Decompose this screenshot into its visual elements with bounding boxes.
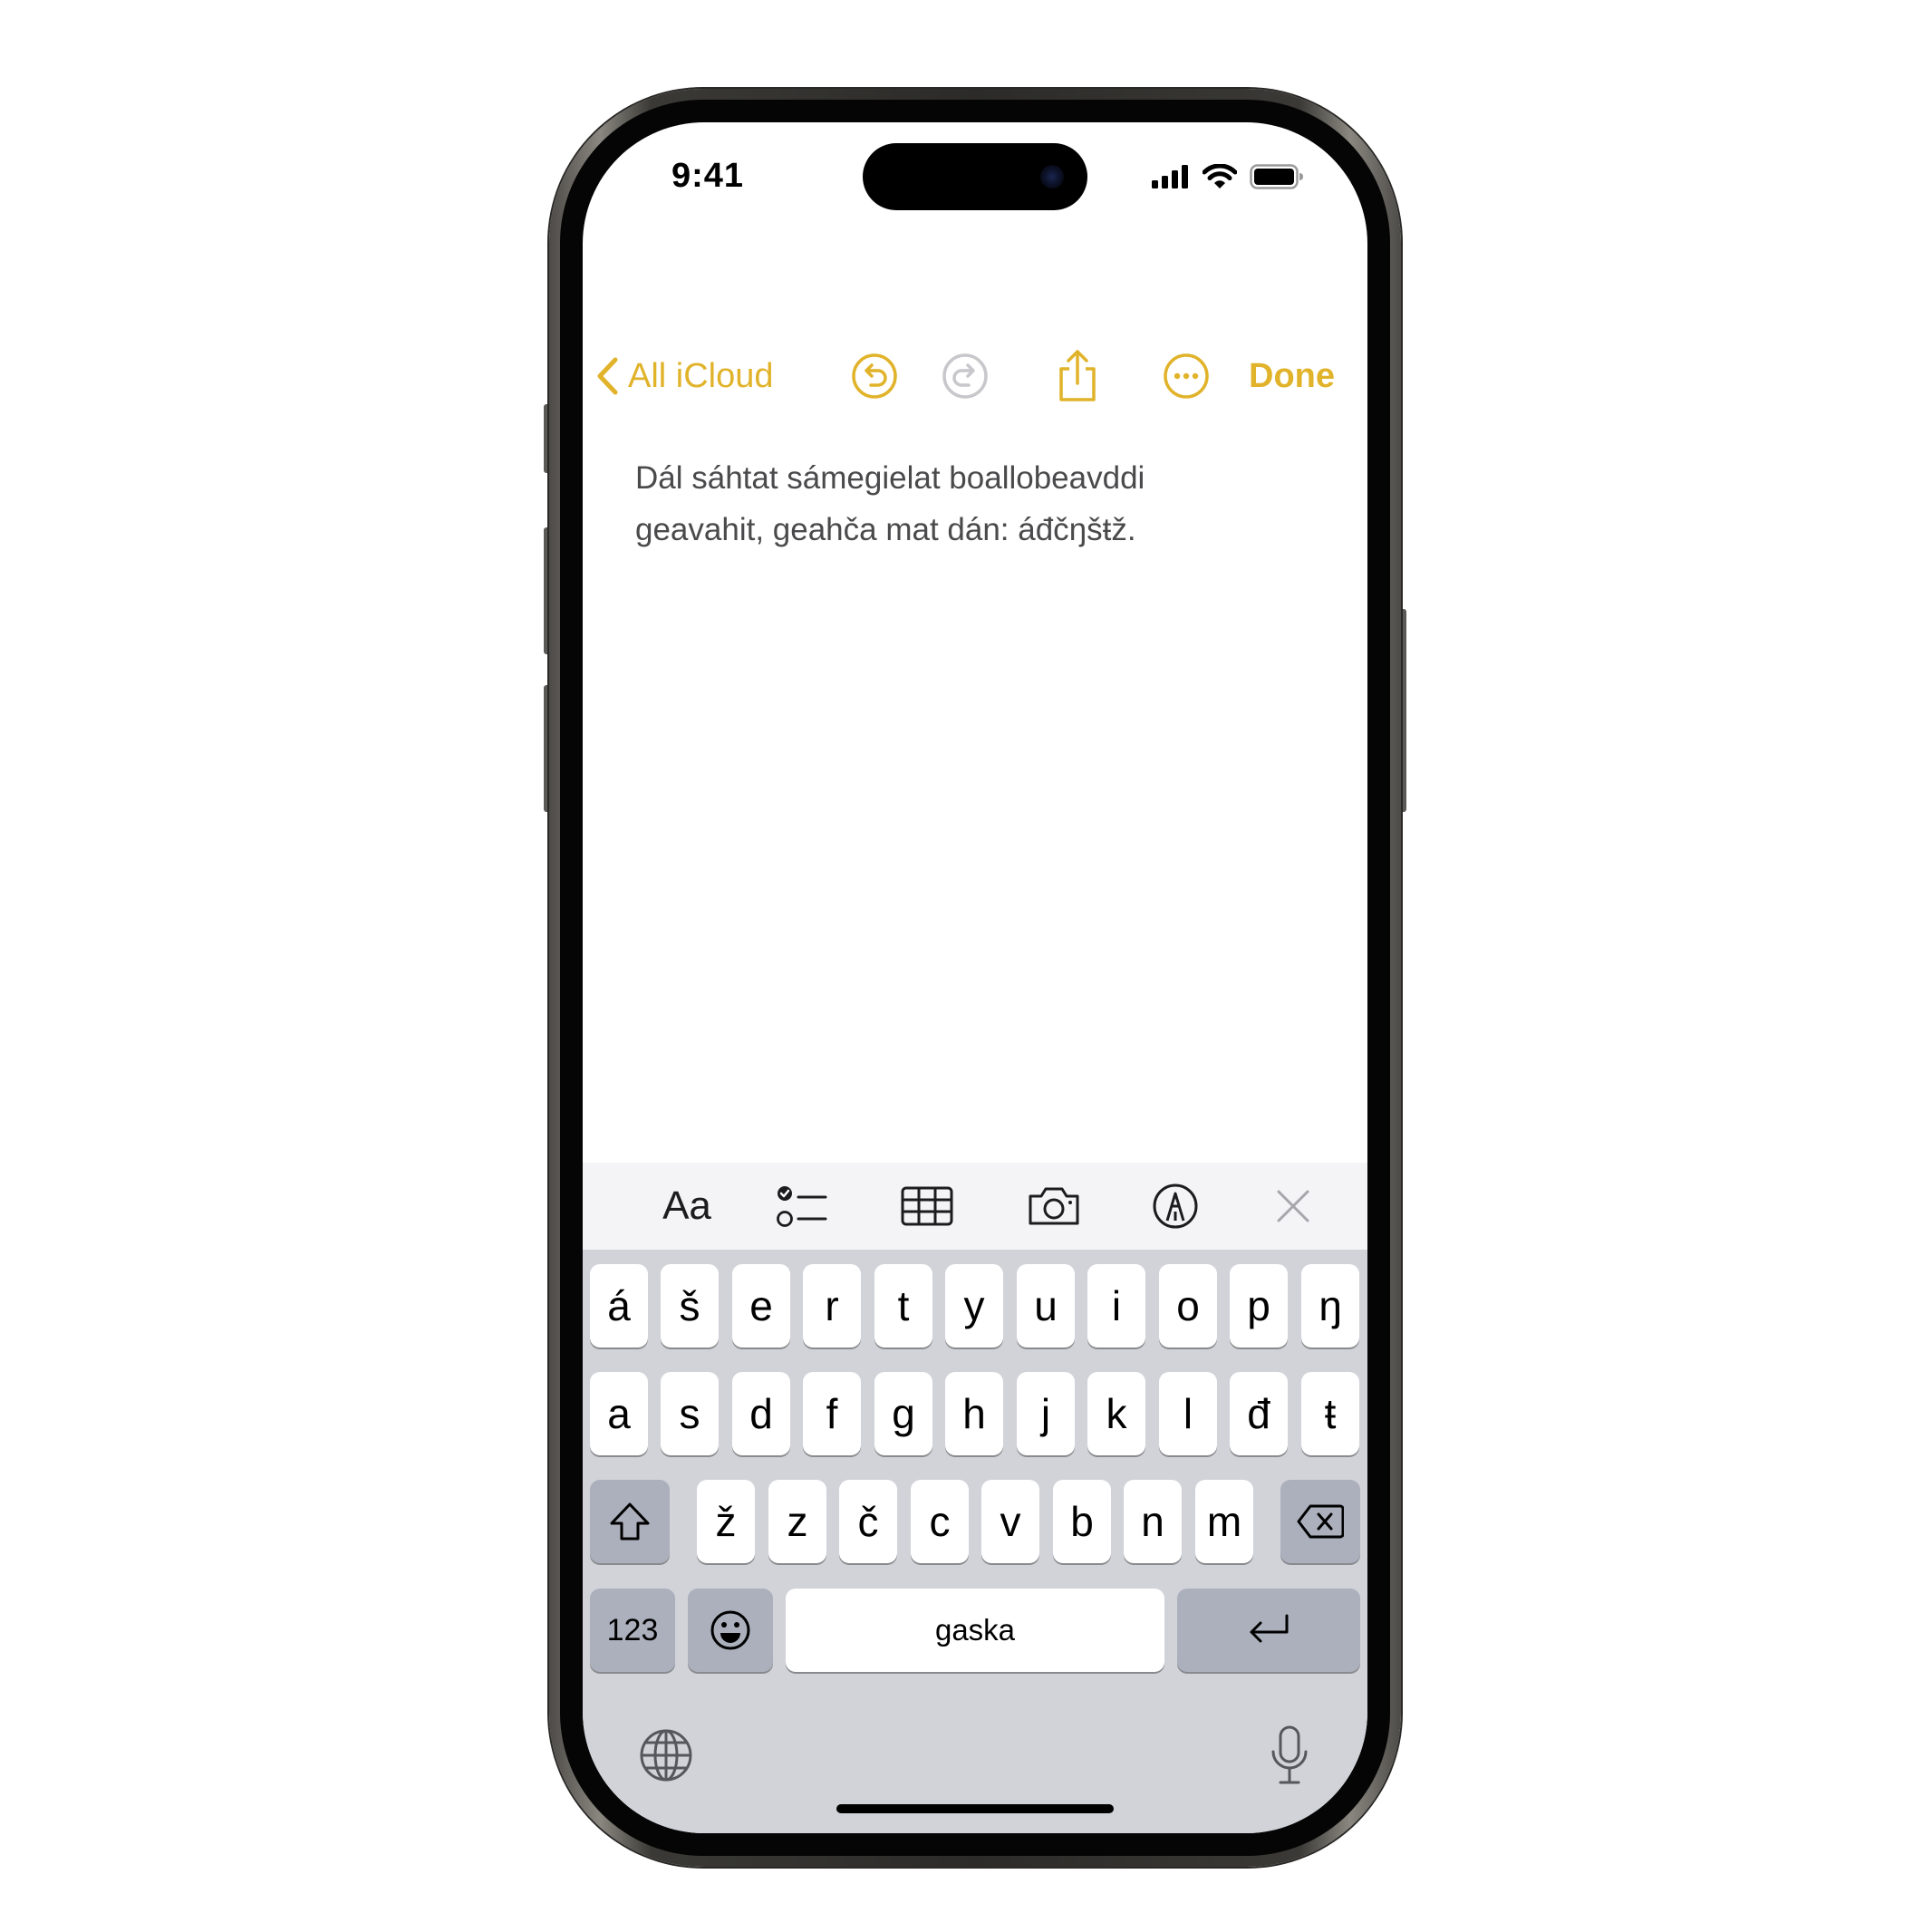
redo-button[interactable] bbox=[936, 347, 994, 405]
table-button[interactable] bbox=[898, 1175, 956, 1237]
undo-button[interactable] bbox=[845, 347, 903, 405]
delete-key[interactable] bbox=[1280, 1480, 1360, 1563]
dynamic-island bbox=[863, 143, 1087, 210]
redo-icon bbox=[942, 353, 988, 399]
note-text-area[interactable]: Dál sáhtat sámegielat boallobeavddi geav… bbox=[635, 452, 1324, 555]
globe-button[interactable] bbox=[637, 1726, 695, 1784]
cellular-signal-icon bbox=[1152, 165, 1188, 188]
notes-nav-bar: All iCloud Done bbox=[583, 340, 1367, 412]
key[interactable]: ŋ bbox=[1301, 1264, 1359, 1348]
key[interactable]: m bbox=[1195, 1480, 1253, 1563]
battery-icon bbox=[1250, 164, 1303, 189]
key[interactable]: š bbox=[661, 1264, 719, 1348]
status-time: 9:41 bbox=[671, 157, 745, 195]
key[interactable]: i bbox=[1087, 1264, 1145, 1348]
key[interactable]: r bbox=[803, 1264, 861, 1348]
key[interactable]: á bbox=[590, 1264, 648, 1348]
key[interactable]: u bbox=[1017, 1264, 1075, 1348]
dictation-button[interactable] bbox=[1261, 1721, 1319, 1790]
table-icon bbox=[901, 1186, 953, 1226]
key[interactable]: đ bbox=[1230, 1372, 1288, 1455]
microphone-icon bbox=[1271, 1725, 1308, 1784]
globe-icon bbox=[640, 1729, 692, 1782]
done-button[interactable]: Done bbox=[1249, 340, 1335, 412]
phone-screen: 9:41 All iCloud Done Dál sáhtat sámegiel… bbox=[583, 122, 1367, 1833]
key[interactable]: ŧ bbox=[1301, 1372, 1359, 1455]
key[interactable]: l bbox=[1159, 1372, 1217, 1455]
key[interactable]: p bbox=[1230, 1264, 1288, 1348]
key[interactable]: c bbox=[911, 1480, 969, 1563]
key[interactable]: f bbox=[803, 1372, 861, 1455]
chevron-left-icon bbox=[597, 357, 618, 395]
share-icon bbox=[1059, 350, 1096, 401]
space-bar[interactable]: gaska bbox=[786, 1589, 1164, 1672]
shift-key[interactable] bbox=[590, 1480, 670, 1563]
key[interactable]: h bbox=[945, 1372, 1003, 1455]
key[interactable]: j bbox=[1017, 1372, 1075, 1455]
camera-icon bbox=[1029, 1187, 1079, 1225]
key[interactable]: y bbox=[945, 1264, 1003, 1348]
more-button[interactable] bbox=[1157, 347, 1215, 405]
home-indicator[interactable] bbox=[836, 1804, 1114, 1813]
shift-icon bbox=[610, 1502, 650, 1541]
close-icon bbox=[1277, 1190, 1309, 1222]
key[interactable]: e bbox=[732, 1264, 790, 1348]
key[interactable]: v bbox=[981, 1480, 1039, 1563]
notes-keyboard-toolbar: Aa bbox=[583, 1163, 1367, 1250]
camera-button[interactable] bbox=[1025, 1175, 1083, 1237]
emoji-key[interactable] bbox=[688, 1589, 773, 1672]
checklist-icon bbox=[777, 1186, 827, 1227]
format-button[interactable]: Aa bbox=[646, 1175, 728, 1237]
markup-button[interactable] bbox=[1146, 1175, 1204, 1237]
numbers-key[interactable]: 123 bbox=[590, 1589, 675, 1672]
key[interactable]: g bbox=[874, 1372, 932, 1455]
key[interactable]: a bbox=[590, 1372, 648, 1455]
return-icon bbox=[1250, 1614, 1289, 1643]
key[interactable]: n bbox=[1124, 1480, 1182, 1563]
note-line: geavahit, geahča mat dán: áđčŋšŧž. bbox=[635, 512, 1136, 547]
key[interactable]: d bbox=[732, 1372, 790, 1455]
front-camera-icon bbox=[1040, 165, 1064, 188]
note-line: Dál sáhtat sámegielat boallobeavddi bbox=[635, 460, 1145, 496]
key[interactable]: s bbox=[661, 1372, 719, 1455]
return-key[interactable] bbox=[1177, 1589, 1360, 1672]
back-button-label: All iCloud bbox=[628, 356, 774, 395]
delete-backspace-icon bbox=[1297, 1504, 1344, 1539]
markup-icon bbox=[1153, 1183, 1198, 1229]
status-icons bbox=[1152, 164, 1304, 189]
key[interactable]: b bbox=[1053, 1480, 1111, 1563]
emoji-icon bbox=[710, 1610, 750, 1650]
key[interactable]: k bbox=[1087, 1372, 1145, 1455]
key[interactable]: t bbox=[874, 1264, 932, 1348]
key[interactable]: č bbox=[839, 1480, 897, 1563]
wifi-icon bbox=[1203, 164, 1237, 188]
checklist-button[interactable] bbox=[773, 1175, 831, 1237]
share-button[interactable] bbox=[1048, 347, 1106, 405]
key[interactable]: z bbox=[768, 1480, 826, 1563]
undo-icon bbox=[852, 353, 897, 399]
keyboard: á š e r t y u i o p ŋ a s d f g h j k l … bbox=[583, 1250, 1367, 1833]
device-stage: 9:41 All iCloud Done Dál sáhtat sámegiel… bbox=[0, 0, 1932, 1932]
key[interactable]: o bbox=[1159, 1264, 1217, 1348]
key[interactable]: ž bbox=[697, 1480, 755, 1563]
back-button[interactable]: All iCloud bbox=[595, 340, 774, 412]
more-icon bbox=[1164, 353, 1209, 399]
close-toolbar-button[interactable] bbox=[1264, 1175, 1322, 1237]
